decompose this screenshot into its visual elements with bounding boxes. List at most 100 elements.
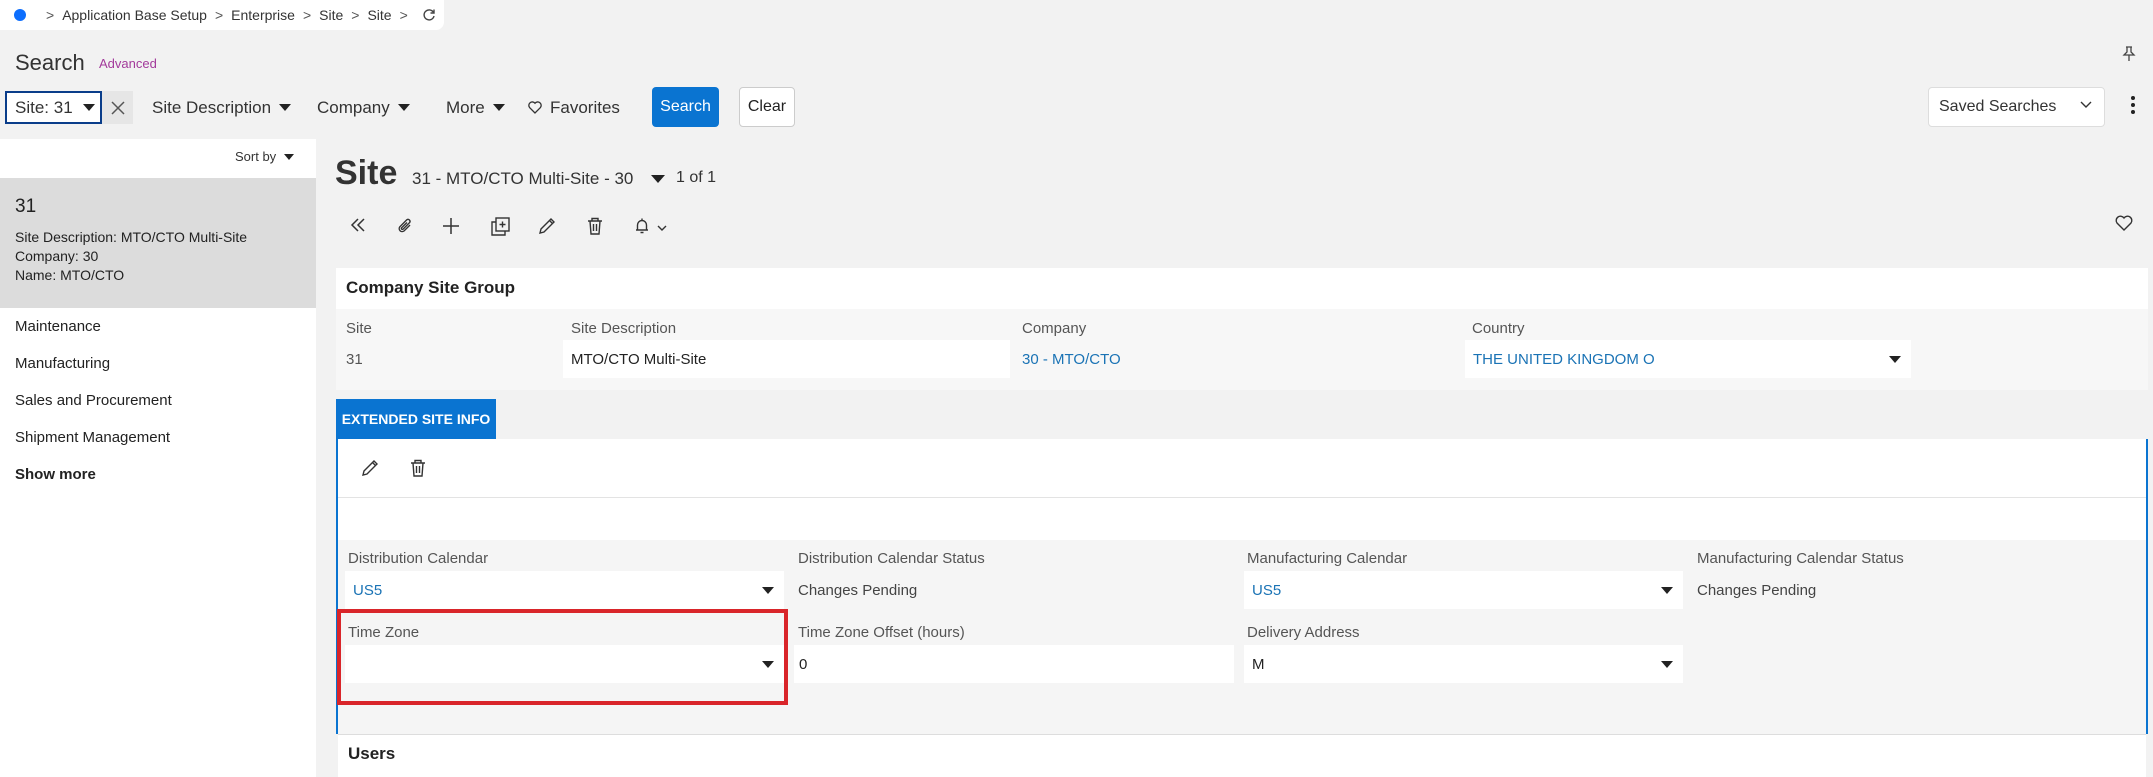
bell-icon[interactable]: [633, 217, 669, 235]
record-site-description: Site Description: MTO/CTO Multi-Site: [15, 229, 248, 245]
distribution-calendar-status-value: Changes Pending: [798, 582, 918, 599]
kebab-icon[interactable]: [2130, 95, 2136, 115]
clear-button[interactable]: Clear: [739, 87, 795, 127]
time-zone-offset-value: 0: [799, 655, 808, 673]
caret-down-icon: [397, 104, 410, 111]
caret-down-icon: [492, 104, 505, 111]
company-link[interactable]: 30 - MTO/CTO: [1022, 351, 1121, 368]
pencil-icon[interactable]: [361, 459, 379, 477]
record-selector[interactable]: 31 - MTO/CTO Multi-Site - 30: [412, 169, 666, 189]
manufacturing-calendar-label: Manufacturing Calendar: [1247, 550, 1408, 567]
delivery-address-dropdown[interactable]: M: [1244, 645, 1683, 683]
distribution-calendar-status-label: Distribution Calendar Status: [798, 550, 985, 567]
caret-down-icon: [1661, 661, 1673, 668]
record-name: Name: MTO/CTO: [15, 267, 125, 283]
tab-extended-site-info[interactable]: EXTENDED SITE INFO: [336, 399, 496, 439]
caret-down-icon: [762, 587, 774, 594]
breadcrumb-item[interactable]: Enterprise: [231, 7, 295, 23]
search-title: Search: [15, 50, 85, 75]
more-filter[interactable]: More: [446, 91, 505, 124]
record-card[interactable]: 31 Site Description: MTO/CTO Multi-Site …: [0, 178, 316, 308]
trash-icon[interactable]: [410, 459, 426, 477]
nav-item-shipment-management[interactable]: Shipment Management: [15, 429, 170, 446]
caret-down-icon: [1889, 356, 1901, 363]
trash-icon[interactable]: [587, 217, 603, 235]
company-site-group-title: Company Site Group: [346, 278, 516, 297]
manufacturing-calendar-dropdown[interactable]: US5: [1244, 571, 1683, 609]
time-zone-highlight: [337, 609, 788, 705]
chevron-right-icon: >: [214, 7, 224, 23]
distribution-calendar-value: US5: [353, 581, 383, 599]
chevron-right-icon: >: [351, 7, 360, 23]
time-zone-offset-input[interactable]: 0: [794, 645, 1234, 683]
company-label: Company: [1022, 320, 1087, 337]
caret-down-icon: [651, 175, 666, 183]
chevron-right-icon: >: [399, 7, 408, 23]
breadcrumb-item[interactable]: Site: [367, 7, 391, 23]
site-filter-chip[interactable]: Site: 31: [5, 91, 102, 124]
record-count: 1 of 1: [676, 169, 717, 186]
breadcrumb: > Application Base Setup > Enterprise > …: [0, 0, 444, 30]
sort-by-dropdown[interactable]: Sort by: [235, 149, 295, 164]
refresh-icon[interactable]: [422, 8, 436, 22]
nav-item-maintenance[interactable]: Maintenance: [15, 318, 101, 335]
advanced-search-link[interactable]: Advanced: [99, 56, 157, 71]
nav-item-sales-procurement[interactable]: Sales and Procurement: [15, 392, 172, 409]
breadcrumb-item[interactable]: Application Base Setup: [62, 7, 207, 23]
close-icon[interactable]: [102, 91, 133, 124]
filter-label: Site Description: [152, 97, 272, 117]
distribution-calendar-label: Distribution Calendar: [348, 550, 489, 567]
site-description-field[interactable]: MTO/CTO Multi-Site: [563, 340, 1010, 378]
time-zone-offset-label: Time Zone Offset (hours): [798, 624, 965, 641]
favorites-filter[interactable]: Favorites: [528, 91, 620, 124]
chevron-down-icon: [2080, 101, 2092, 109]
nav-item-manufacturing[interactable]: Manufacturing: [15, 355, 110, 372]
delivery-address-value: M: [1252, 655, 1265, 673]
collapse-icon[interactable]: [349, 217, 367, 233]
home-dot-icon[interactable]: [14, 9, 26, 21]
chevron-right-icon: >: [46, 7, 55, 23]
site-description-label: Site Description: [571, 320, 677, 337]
country-label: Country: [1472, 320, 1525, 337]
heart-icon[interactable]: [2115, 215, 2133, 231]
caret-down-icon: [1661, 587, 1673, 594]
heart-icon: [528, 101, 542, 114]
country-value: THE UNITED KINGDOM O: [1473, 350, 1655, 368]
users-title: Users: [348, 744, 396, 763]
manufacturing-calendar-status-value: Changes Pending: [1697, 582, 1817, 599]
record-title: 31 - MTO/CTO Multi-Site - 30: [412, 169, 634, 188]
duplicate-icon[interactable]: [491, 217, 510, 236]
extended-band: [338, 497, 2146, 540]
site-description-value: MTO/CTO Multi-Site: [571, 350, 707, 368]
company-filter[interactable]: Company: [317, 91, 410, 124]
site-value: 31: [346, 351, 363, 368]
page-title: Site: [335, 154, 398, 192]
delivery-address-label: Delivery Address: [1247, 624, 1360, 641]
manufacturing-calendar-value: US5: [1252, 581, 1282, 599]
saved-searches-dropdown[interactable]: Saved Searches: [1928, 87, 2105, 127]
search-button[interactable]: Search: [652, 87, 719, 127]
distribution-calendar-dropdown[interactable]: US5: [345, 571, 784, 609]
manufacturing-calendar-status-label: Manufacturing Calendar Status: [1697, 550, 1904, 567]
pencil-icon[interactable]: [538, 217, 556, 235]
extended-toolbar: [338, 439, 2146, 497]
caret-down-icon: [82, 104, 95, 111]
site-description-filter[interactable]: Site Description: [152, 91, 292, 124]
record-company: Company: 30: [15, 248, 99, 264]
site-filter-label: Site: 31: [15, 97, 73, 117]
record-id: 31: [15, 196, 37, 217]
filter-label: More: [446, 97, 485, 117]
breadcrumb-item[interactable]: Site: [319, 7, 343, 23]
pin-icon[interactable]: [2122, 46, 2136, 62]
sort-by-label: Sort by: [235, 149, 277, 164]
site-label: Site: [346, 320, 372, 337]
filter-label: Company: [317, 97, 390, 117]
caret-down-icon: [279, 104, 292, 111]
country-dropdown[interactable]: THE UNITED KINGDOM O: [1465, 340, 1911, 378]
chevron-right-icon: >: [302, 7, 312, 23]
caret-down-icon: [284, 153, 295, 160]
paperclip-icon[interactable]: [396, 217, 414, 235]
plus-icon[interactable]: [442, 217, 460, 235]
show-more-link[interactable]: Show more: [15, 466, 96, 483]
saved-searches-label: Saved Searches: [1939, 98, 2057, 115]
